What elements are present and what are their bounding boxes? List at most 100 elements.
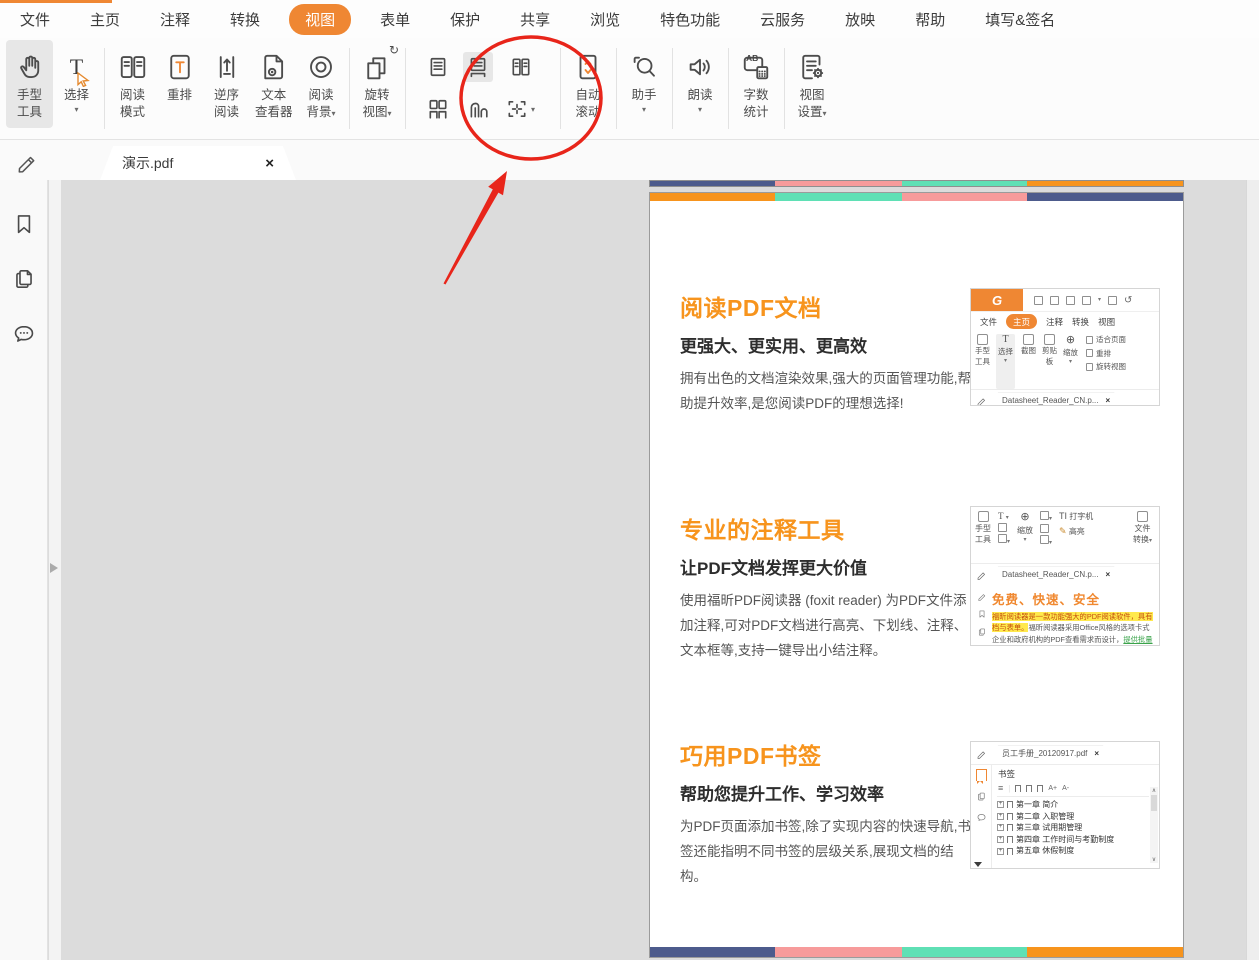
reverse-read-button[interactable]: 逆序 阅读 xyxy=(203,40,250,128)
menubar: 文件 主页 注释 转换 视图 表单 保护 共享 浏览 特色功能 云服务 放映 帮… xyxy=(0,0,1259,38)
panel-expand-handle[interactable] xyxy=(50,563,58,573)
thumb-toolbar: 手型工具 T选择▾ 截图 剪贴板 ⊕缩放▾ 适合页面 重排 旋转视图 xyxy=(971,331,1159,389)
menu-fill-sign[interactable]: 填写&签名 xyxy=(985,9,1055,30)
reverse-read-label-1: 逆序 xyxy=(214,87,239,104)
speaker-icon xyxy=(685,47,715,87)
screenshot-thumb-annotate: 手型工具 T ▾▾ ⊕缩放▾ ▾▾ TI 打字机 ✎ 高亮 文件转换▾ Data… xyxy=(970,506,1160,646)
facing-view-button[interactable] xyxy=(506,52,536,82)
menu-present[interactable]: 放映 xyxy=(845,9,875,30)
read-mode-button[interactable]: 阅读 模式 xyxy=(109,40,156,128)
comments-panel-button[interactable] xyxy=(8,318,40,350)
reflow-button[interactable]: 重排 xyxy=(156,40,203,128)
read-aloud-label: 朗读 xyxy=(688,87,713,104)
menu-features[interactable]: 特色功能 xyxy=(660,9,720,30)
read-background-icon xyxy=(306,47,336,87)
hand-icon xyxy=(15,47,45,87)
section-body: 为PDF页面添加书签,除了实现内容的快速导航,书签还能指明不同书签的层级关系,展… xyxy=(680,815,972,890)
thumb-tabbar: 员工手册_20120917.pdf× xyxy=(971,742,1159,765)
reverse-read-icon xyxy=(212,47,242,87)
read-background-label-1: 阅读 xyxy=(309,87,334,104)
annotate-pencil-icon[interactable] xyxy=(10,146,44,176)
split-view-caret[interactable]: ▾ xyxy=(531,106,535,114)
menu-protect[interactable]: 保护 xyxy=(450,9,480,30)
reverse-read-label-2: 阅读 xyxy=(214,104,239,121)
bookmark-tree: +第一章 简介 +第二章 入职管理 +第三章 试用期管理 +第四章 工作时间与考… xyxy=(997,799,1149,857)
menu-share[interactable]: 共享 xyxy=(520,9,550,30)
toolbar-separator xyxy=(405,48,406,129)
continuous-view-button[interactable] xyxy=(463,52,493,82)
print-icon xyxy=(1066,296,1075,305)
view-settings-button[interactable]: 视图 设置▾ xyxy=(789,40,836,128)
menu-cloud[interactable]: 云服务 xyxy=(760,9,805,30)
document-tab-title: 演示.pdf xyxy=(122,153,173,173)
split-view-button[interactable]: ▾ xyxy=(506,94,536,124)
toolbar-separator xyxy=(560,48,561,129)
pdf-page: 阅读PDF文档 更强大、更实用、更高效 拥有出色的文档渲染效果,强大的页面管理功… xyxy=(649,192,1184,958)
vertical-scrollbar[interactable] xyxy=(1246,180,1259,960)
read-background-label-2: 背景▾ xyxy=(307,104,336,121)
section-subheading: 更强大、更实用、更高效 xyxy=(680,332,972,357)
read-aloud-button[interactable]: 朗读 ▾ xyxy=(677,40,724,128)
undo-icon: ↺ xyxy=(1124,295,1132,306)
page-layout-group: ▾ xyxy=(422,50,540,139)
hand-tool-button[interactable]: 手型 工具 xyxy=(6,40,53,128)
document-tabbar: 演示.pdf × xyxy=(0,140,1259,180)
auto-scroll-label-2: 滚动 xyxy=(576,104,601,121)
read-aloud-caret: ▾ xyxy=(698,106,702,114)
thumb-content: 免费、快速、安全 福昕阅读器是一款功能强大的PDF阅读软件，具有 档与表单。福昕… xyxy=(971,584,1159,645)
tab-close-icon[interactable]: × xyxy=(265,155,274,172)
navigation-sidebar xyxy=(0,180,48,960)
menu-convert[interactable]: 转换 xyxy=(230,9,260,30)
book-view-button[interactable] xyxy=(463,94,493,124)
page-bottom-color-bar xyxy=(650,947,1183,957)
collapse-triangle-icon xyxy=(974,862,982,867)
document-area: 阅读PDF文档 更强大、更实用、更高效 拥有出色的文档渲染效果,强大的页面管理功… xyxy=(0,180,1259,960)
menu-comment[interactable]: 注释 xyxy=(160,9,190,30)
continuous-facing-view-button[interactable] xyxy=(423,94,453,124)
auto-scroll-label-1: 自动 xyxy=(576,87,601,104)
bookmark-panel-title: 书签 xyxy=(998,768,1149,780)
page-top-color-bar xyxy=(650,193,1183,201)
document-tab[interactable]: 演示.pdf × xyxy=(100,146,296,180)
assistant-magnifier-icon xyxy=(629,47,659,87)
menu-form[interactable]: 表单 xyxy=(380,9,410,30)
window-accent-strip xyxy=(0,0,112,3)
section-body: 拥有出色的文档渲染效果,强大的页面管理功能,帮助提升效率,是您阅读PDF的理想选… xyxy=(680,367,972,417)
thumb-titlebar: G ▾ ↺ xyxy=(971,289,1159,312)
menu-browse[interactable]: 浏览 xyxy=(590,9,620,30)
text-viewer-label-1: 文本 xyxy=(261,87,286,104)
read-mode-icon xyxy=(118,47,148,87)
read-mode-label-1: 阅读 xyxy=(120,87,145,104)
menu-help[interactable]: 帮助 xyxy=(915,9,945,30)
bookmark-active-icon xyxy=(976,769,987,781)
auto-scroll-button[interactable]: 自动 滚动 xyxy=(565,40,612,128)
word-count-label-1: 字数 xyxy=(744,87,769,104)
read-background-button[interactable]: 阅读 背景▾ xyxy=(298,40,345,128)
text-viewer-button[interactable]: 文本 查看器 xyxy=(250,40,298,128)
bookmarks-panel-button[interactable] xyxy=(8,208,40,240)
select-tool-button[interactable]: T 选择 ▾ xyxy=(53,40,100,128)
thumb-toolbar: 手型工具 T ▾▾ ⊕缩放▾ ▾▾ TI 打字机 ✎ 高亮 文件转换▾ xyxy=(971,507,1159,563)
menu-home[interactable]: 主页 xyxy=(90,9,120,30)
toolbar-separator xyxy=(672,48,673,129)
menu-view-active[interactable]: 视图 xyxy=(289,4,351,35)
thumb-tabbar: Datasheet_Reader_CN.p...× xyxy=(971,563,1159,584)
view-settings-icon xyxy=(797,47,827,87)
view-ribbon-toolbar: 手型 工具 T 选择 ▾ 阅读 模式 重排 xyxy=(0,38,1259,140)
rotate-view-button[interactable]: ↻ 旋转 视图▾ xyxy=(354,40,401,128)
single-page-view-button[interactable] xyxy=(423,52,453,82)
assistant-button[interactable]: 助手 ▾ xyxy=(621,40,668,128)
toolbar-separator xyxy=(616,48,617,129)
pages-panel-button[interactable] xyxy=(8,263,40,295)
word-count-label-2: 统计 xyxy=(744,104,769,121)
section-heading: 专业的注释工具 xyxy=(680,511,972,545)
menu-file[interactable]: 文件 xyxy=(20,9,50,30)
section-subheading: 让PDF文档发挥更大价值 xyxy=(680,554,972,579)
hand-tool-label-1: 手型 xyxy=(17,87,42,104)
reflow-label: 重排 xyxy=(167,87,192,104)
word-count-icon: AB xyxy=(741,47,771,87)
read-mode-label-2: 模式 xyxy=(120,104,145,121)
mail-icon xyxy=(1082,296,1091,305)
hand-tool-label-2: 工具 xyxy=(17,104,42,121)
word-count-button[interactable]: AB 字数 统计 xyxy=(733,40,780,128)
